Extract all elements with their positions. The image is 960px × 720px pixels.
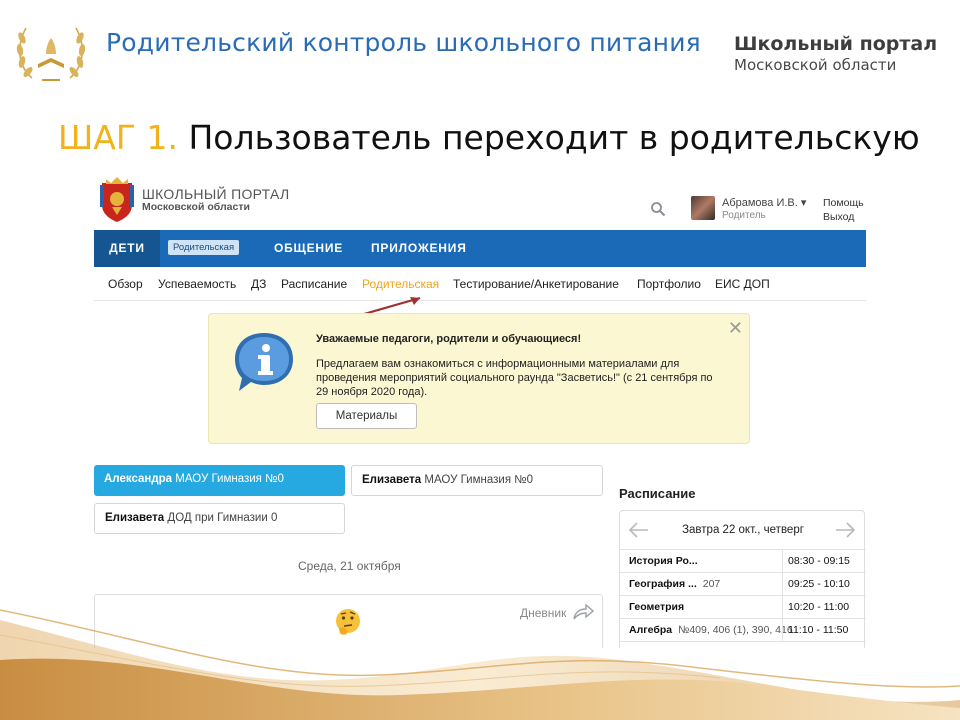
schedule-day: Завтра 22 окт., четверг — [682, 524, 804, 536]
sub-nav: Обзор Успеваемость ДЗ Расписание Родител… — [94, 267, 866, 301]
laurel-logo-icon — [16, 27, 86, 81]
user-role: Родитель — [722, 210, 766, 221]
help-link[interactable]: Помощь — [823, 197, 864, 209]
arrow-right-icon[interactable] — [834, 520, 856, 540]
tab-communication[interactable]: ОБЩЕНИЕ — [274, 230, 343, 267]
step-heading: ШАГ 1. Пользователь переходит в родитель… — [58, 118, 920, 157]
slide-title: Родительский контроль школьного питания — [106, 28, 701, 57]
info-banner: ✕ Уважаемые педагоги, родители и обучающ… — [208, 313, 750, 444]
subnav-schedule[interactable]: Расписание — [281, 277, 347, 291]
lesson-subject: География ... 207 — [629, 578, 721, 590]
coat-of-arms-icon[interactable] — [98, 175, 136, 223]
site-name[interactable]: ШКОЛЬНЫЙ ПОРТАЛ Московской области — [142, 186, 290, 214]
child-card-elizaveta-dod[interactable]: Елизавета ДОД при Гимназии 0 — [94, 503, 345, 534]
child-name: Елизавета — [362, 474, 422, 486]
child-card-alexandra[interactable]: Александра МАОУ Гимназия №0 — [94, 465, 345, 496]
schedule-title: Расписание — [619, 486, 696, 501]
portal-brand: Школьный портал Московской области — [734, 33, 937, 75]
info-icon — [235, 333, 293, 391]
site-name-line-1: ШКОЛЬНЫЙ ПОРТАЛ — [142, 186, 290, 202]
child-name: Елизавета — [105, 512, 165, 524]
search-icon[interactable] — [650, 201, 666, 217]
tab-children[interactable]: ДЕТИ — [94, 230, 160, 267]
site-name-line-2: Московской области — [142, 201, 250, 213]
close-icon[interactable]: ✕ — [728, 318, 743, 338]
subnav-overview[interactable]: Обзор — [108, 277, 143, 291]
lesson-subject: История Ро... — [629, 555, 698, 567]
child-school: МАОУ Гимназия №0 — [424, 474, 533, 486]
exit-link[interactable]: Выход — [823, 211, 854, 223]
banner-title: Уважаемые педагоги, родители и обучающие… — [316, 333, 582, 345]
subnav-homework[interactable]: ДЗ — [251, 277, 266, 291]
schedule-row[interactable]: История Ро... 08:30 - 09:15 — [620, 550, 866, 573]
brand-line-2: Московской области — [734, 56, 897, 74]
lesson-time: 08:30 - 09:15 — [788, 555, 850, 567]
subnav-testing[interactable]: Тестирование/Анкетирование — [453, 277, 619, 291]
child-school: ДОД при Гимназии 0 — [167, 512, 278, 524]
portal-screenshot: ШКОЛЬНЫЙ ПОРТАЛ Московской области Абрам… — [94, 170, 866, 648]
child-school: МАОУ Гимназия №0 — [175, 473, 284, 485]
subnav-eis-dop[interactable]: ЕИС ДОП — [715, 277, 770, 291]
banner-text: Предлагаем вам ознакомиться с информацио… — [316, 358, 713, 398]
avatar[interactable] — [691, 196, 715, 220]
lesson-room: 207 — [702, 578, 721, 590]
child-card-elizaveta[interactable]: Елизавета МАОУ Гимназия №0 — [351, 465, 603, 496]
step-text: Пользователь переходит в родительскую — [188, 118, 920, 157]
tab-applications[interactable]: ПРИЛОЖЕНИЯ — [371, 230, 467, 267]
decorative-waves — [0, 609, 960, 720]
subnav-portfolio[interactable]: Портфолио — [637, 277, 701, 291]
feed-date: Среда, 21 октября — [298, 559, 401, 573]
user-name[interactable]: Абрамова И.В. ▾ — [722, 196, 806, 209]
parent-badge[interactable]: Родительская — [168, 240, 240, 255]
child-name: Александра — [104, 473, 173, 485]
subnav-progress[interactable]: Успеваемость — [158, 277, 236, 291]
step-number: ШАГ 1. — [58, 118, 178, 157]
materials-button[interactable]: Материалы — [316, 403, 417, 429]
main-nav: ДЕТИ Родительская ОБЩЕНИЕ ПРИЛОЖЕНИЯ — [94, 230, 866, 267]
site-header: ШКОЛЬНЫЙ ПОРТАЛ Московской области Абрам… — [94, 170, 866, 230]
subnav-parent[interactable]: Родительская — [362, 277, 439, 291]
brand-line-1: Школьный портал — [734, 33, 938, 55]
lesson-time: 09:25 - 10:10 — [788, 578, 850, 590]
